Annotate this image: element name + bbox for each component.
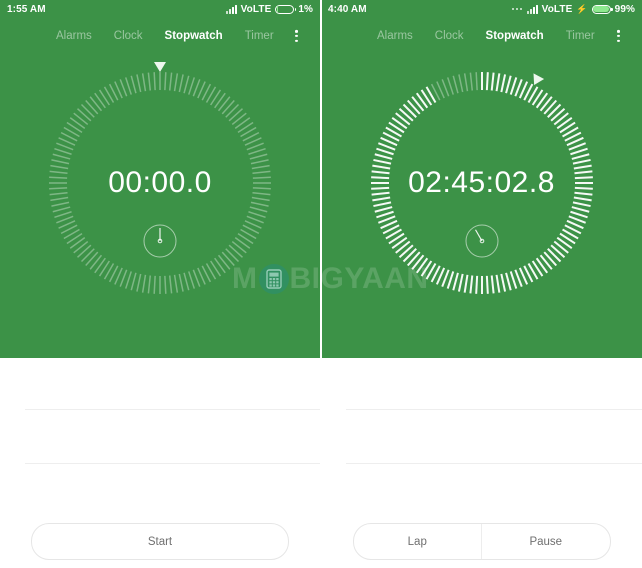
tab-stopwatch[interactable]: Stopwatch — [165, 30, 223, 42]
lap-clock-icon — [464, 223, 500, 259]
tab-bar: Alarms Clock Stopwatch Timer — [321, 18, 642, 54]
tab-clock[interactable]: Clock — [435, 30, 464, 42]
battery-icon — [591, 4, 613, 14]
overflow-menu-icon[interactable] — [291, 26, 302, 46]
battery-percent-label: 99% — [614, 3, 635, 15]
action-pill: Lap Pause — [352, 523, 611, 560]
lap-clock-icon — [142, 223, 178, 259]
status-bar-clock: 1:55 AM — [7, 3, 46, 15]
start-button[interactable]: Start — [32, 524, 288, 559]
lap-list[interactable] — [321, 358, 642, 518]
tab-stopwatch[interactable]: Stopwatch — [486, 30, 544, 42]
action-pill: Start — [31, 523, 289, 560]
tab-clock[interactable]: Clock — [114, 30, 143, 42]
network-label: VoLTE — [240, 3, 272, 15]
tab-timer[interactable]: Timer — [245, 30, 274, 42]
pause-button[interactable]: Pause — [481, 524, 610, 559]
action-button-bar: Start — [0, 515, 320, 568]
stopwatch-time-readout: 00:00.0 — [108, 166, 212, 199]
lap-row-divider — [25, 463, 320, 464]
status-bar-clock: 4:40 AM — [328, 3, 367, 15]
action-button-bar: Lap Pause — [321, 515, 642, 568]
dual-screenshot-container: 1:55 AM VoLTE 1% Alarms Clock Stopwatch … — [0, 0, 642, 568]
lap-row-divider — [25, 409, 320, 410]
tab-bar: Alarms Clock Stopwatch Timer — [0, 18, 320, 54]
network-label: VoLTE — [541, 3, 573, 15]
battery-percent-label: 1% — [298, 3, 313, 15]
charging-bolt-icon: ⚡ — [576, 3, 588, 14]
stopwatch-time-readout: 02:45:02.8 — [408, 166, 555, 199]
battery-icon — [275, 4, 297, 14]
lap-row-divider — [346, 409, 642, 410]
status-bar: 4:40 AM VoLTE ⚡ 99% — [321, 0, 642, 18]
signal-bars-icon — [526, 4, 538, 14]
lap-list[interactable] — [0, 358, 320, 518]
screenshot-panel-left: 1:55 AM VoLTE 1% Alarms Clock Stopwatch … — [0, 0, 321, 568]
tab-timer[interactable]: Timer — [566, 30, 595, 42]
status-bar: 1:55 AM VoLTE 1% — [0, 0, 320, 18]
signal-bars-icon — [225, 4, 237, 14]
tab-alarms[interactable]: Alarms — [377, 30, 413, 42]
panel-divider — [320, 0, 322, 358]
lap-button[interactable]: Lap — [354, 524, 482, 559]
notification-dots-icon — [511, 8, 522, 10]
screenshot-panel-right: 4:40 AM VoLTE ⚡ 99% Alarms Clock Stopwat… — [321, 0, 642, 568]
lap-row-divider — [346, 463, 642, 464]
tab-alarms[interactable]: Alarms — [56, 30, 92, 42]
overflow-menu-icon[interactable] — [613, 26, 624, 46]
